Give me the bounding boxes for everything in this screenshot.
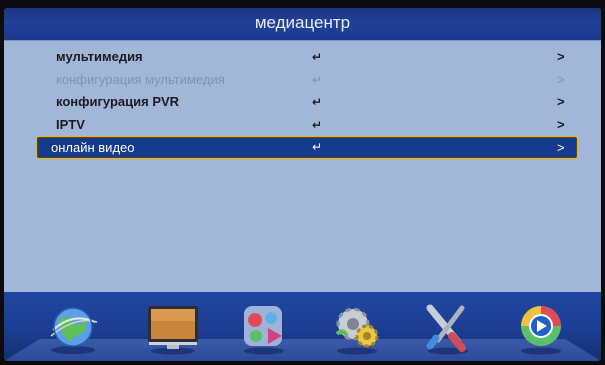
play-button-icon[interactable] — [515, 300, 567, 356]
enter-icon: ↵ — [312, 140, 323, 154]
tools-icon[interactable] — [422, 300, 474, 356]
menu-list: мультимедия ↵ > конфигурация мультимедия… — [36, 46, 578, 159]
menu-item-label: IPTV — [56, 116, 85, 132]
menu-item-label: онлайн видео — [51, 140, 135, 155]
menu-item-online-video[interactable]: онлайн видео ↵ > — [36, 136, 578, 159]
menu-item-pvr-config[interactable]: конфигурация PVR ↵ > — [36, 91, 578, 114]
page-title: медиацентр — [4, 8, 601, 41]
menu-item-iptv[interactable]: IPTV ↵ > — [36, 114, 578, 137]
enter-icon: ↵ — [312, 117, 323, 132]
enter-icon: ↵ — [312, 72, 323, 87]
menu-item-multimedia[interactable]: мультимедия ↵ > — [36, 46, 578, 69]
menu-item-label: мультимедия — [56, 49, 143, 64]
menu-item-label: конфигурация мультимедия — [56, 71, 225, 87]
menu-item-multimedia-config: конфигурация мультимедия ↵ > — [36, 69, 578, 92]
menu-item-label: конфигурация PVR — [56, 94, 180, 109]
media-center-screen: медиацентр мультимедия ↵ > конфигурация … — [4, 8, 601, 361]
chevron-right-icon: > — [557, 140, 565, 155]
chevron-right-icon: > — [557, 49, 565, 64]
chevron-right-icon: > — [557, 71, 565, 87]
tv-monitor-icon[interactable] — [145, 300, 201, 356]
enter-icon: ↵ — [312, 95, 323, 109]
enter-icon: ↵ — [312, 50, 323, 64]
chevron-right-icon: > — [557, 116, 565, 132]
globe-network-icon[interactable] — [47, 300, 99, 356]
media-apps-icon[interactable] — [238, 300, 290, 356]
gear-settings-icon[interactable] — [331, 300, 383, 356]
chevron-right-icon: > — [557, 94, 565, 109]
